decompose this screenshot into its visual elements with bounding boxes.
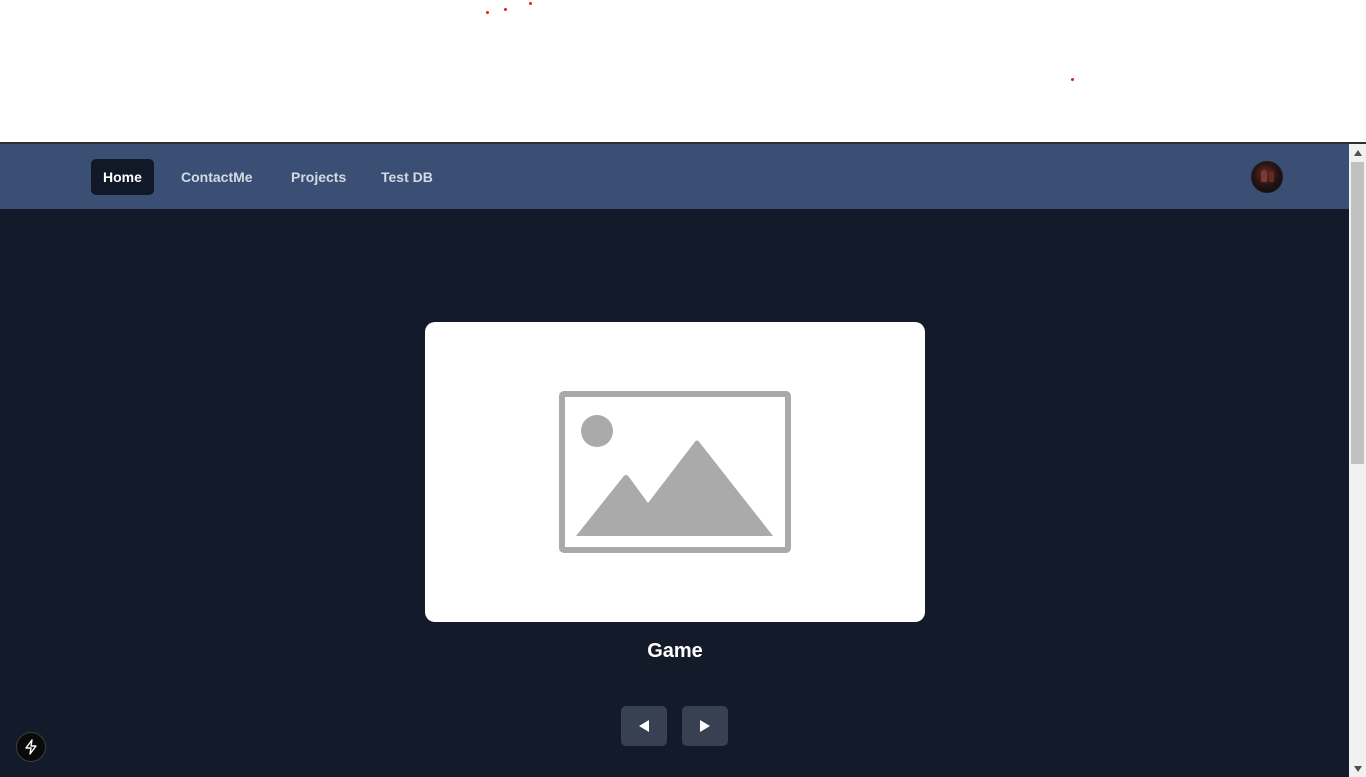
user-avatar[interactable] [1251,161,1283,193]
red-dot [486,11,489,14]
navbar: Home ContactMe Projects Test DB [0,144,1349,209]
nav-test-db[interactable]: Test DB [369,159,445,195]
app-viewport: Home ContactMe Projects Test DB Game [0,144,1349,777]
lightning-bolt-icon [25,739,37,755]
image-placeholder-icon [559,391,791,553]
scroll-down-icon[interactable] [1349,760,1366,777]
triangle-left-icon [639,720,649,732]
next-slide-button[interactable] [682,706,728,746]
nav-projects[interactable]: Projects [279,159,358,195]
carousel-image-card [425,322,925,622]
scroll-up-icon[interactable] [1349,144,1366,161]
triangle-right-icon [700,720,710,732]
previous-slide-button[interactable] [621,706,667,746]
nav-home[interactable]: Home [91,159,154,195]
vertical-scrollbar[interactable] [1349,144,1366,777]
nav-contactme[interactable]: ContactMe [169,159,265,195]
red-dot [504,8,507,11]
slide-title: Game [647,640,703,662]
scroll-thumb[interactable] [1351,162,1364,464]
red-dot [1071,78,1074,81]
red-dot [529,2,532,5]
top-blank-area [0,0,1366,143]
dev-tools-button[interactable] [16,732,46,762]
